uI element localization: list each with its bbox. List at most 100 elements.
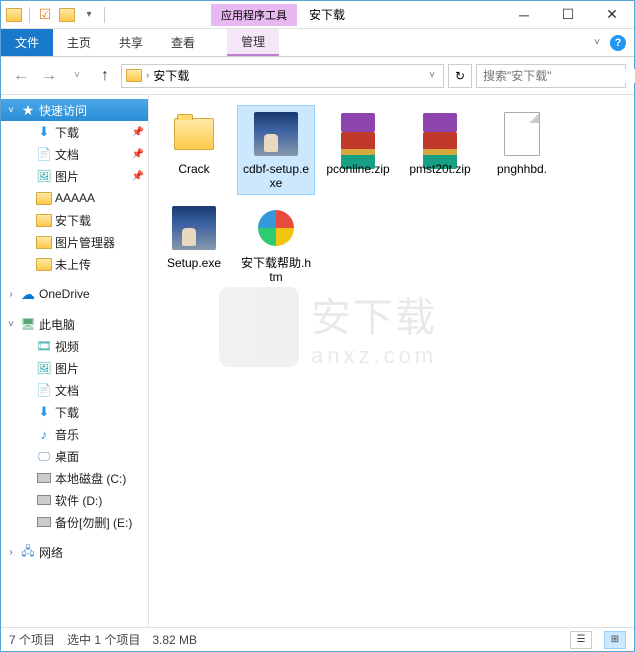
maximize-button[interactable]: ☐ xyxy=(546,1,590,29)
recent-locations-icon[interactable]: ˅ xyxy=(65,64,89,88)
desktop-icon: 🖵 xyxy=(36,448,52,464)
disk-icon xyxy=(36,514,52,530)
folder-icon xyxy=(36,190,52,206)
pc-icon: 🖥 xyxy=(20,316,36,332)
sidebar-item[interactable]: 🖵桌面 xyxy=(1,445,148,467)
ribbon-tab-home[interactable]: 主页 xyxy=(53,29,105,56)
sidebar-item[interactable]: ⬇下载📌 xyxy=(1,121,148,143)
video-icon: 🎞 xyxy=(36,338,52,354)
status-selected-count: 选中 1 个项目 xyxy=(67,631,140,648)
address-folder-icon xyxy=(126,69,142,82)
qat-properties-icon[interactable]: ☑ xyxy=(36,6,54,24)
document-icon: 📄 xyxy=(36,382,52,398)
pin-icon: 📌 xyxy=(132,127,144,138)
sidebar-onedrive[interactable]: › ☁ OneDrive xyxy=(1,283,148,305)
minimize-button[interactable]: ─ xyxy=(502,1,546,29)
file-item[interactable]: Setup.exe xyxy=(155,199,233,289)
disclosure-icon[interactable]: › xyxy=(5,547,17,558)
sidebar-item[interactable]: ⬇下载 xyxy=(1,401,148,423)
watermark-subtext: anxz.com xyxy=(311,343,437,369)
sidebar-item[interactable]: 🖼图片 xyxy=(1,357,148,379)
navigation-pane[interactable]: ˅ ★ 快速访问 ⬇下载📌📄文档📌🖼图片📌AAAAA安下载图片管理器未上传 › … xyxy=(1,95,149,627)
file-item[interactable]: pmst20t.zip xyxy=(401,105,479,195)
folder-icon xyxy=(174,118,214,150)
sidebar-label: OneDrive xyxy=(39,287,90,301)
sidebar-item-label: 视频 xyxy=(55,338,79,355)
refresh-button[interactable]: ↻ xyxy=(448,64,472,88)
document-icon: 📄 xyxy=(36,146,52,162)
title-bar: ☑ ▾ 应用程序工具 安下载 ─ ☐ ✕ xyxy=(1,1,634,29)
address-bar[interactable]: › 安下载 ˅ xyxy=(121,64,444,88)
details-view-button[interactable]: ☰ xyxy=(570,631,592,649)
status-selected-size: 3.82 MB xyxy=(152,633,197,647)
sidebar-quick-access[interactable]: ˅ ★ 快速访问 xyxy=(1,99,148,121)
sidebar-item[interactable]: 本地磁盘 (C:) xyxy=(1,467,148,489)
archive-icon xyxy=(423,113,457,155)
sidebar-item[interactable]: 🖼图片📌 xyxy=(1,165,148,187)
file-list[interactable]: Crackcdbf-setup.exepconline.zippmst20t.z… xyxy=(149,95,634,627)
file-name-label: Setup.exe xyxy=(167,256,221,270)
address-dropdown-icon[interactable]: ˅ xyxy=(425,70,439,81)
folder-icon xyxy=(36,212,52,228)
sidebar-item-label: 备份[勿删] (E:) xyxy=(55,514,132,531)
disclosure-icon[interactable]: ˅ xyxy=(5,105,17,116)
close-button[interactable]: ✕ xyxy=(590,1,634,29)
qat-customize-icon[interactable]: ▾ xyxy=(80,6,98,24)
ribbon-tabs: 文件 主页 共享 查看 管理 ˅ ? xyxy=(1,29,634,57)
quick-access-toolbar: ☑ ▾ xyxy=(1,6,111,24)
sidebar-item[interactable]: 未上传 xyxy=(1,253,148,275)
folder-icon xyxy=(36,234,52,250)
search-box[interactable]: 🔍 xyxy=(476,64,626,88)
back-button[interactable]: ← xyxy=(9,64,33,88)
sidebar-item[interactable]: AAAAA xyxy=(1,187,148,209)
sidebar-item-label: 文档 xyxy=(55,146,79,163)
ribbon-tab-share[interactable]: 共享 xyxy=(105,29,157,56)
star-icon: ★ xyxy=(20,102,36,118)
sidebar-item-label: 图片管理器 xyxy=(55,234,115,251)
music-icon: ♪ xyxy=(36,426,52,442)
file-name-label: pnghhbd. xyxy=(497,162,547,176)
sidebar-item[interactable]: 软件 (D:) xyxy=(1,489,148,511)
forward-button[interactable]: → xyxy=(37,64,61,88)
file-item[interactable]: cdbf-setup.exe xyxy=(237,105,315,195)
qat-new-folder-icon[interactable] xyxy=(58,6,76,24)
watermark: 安下载 anxz.com xyxy=(219,285,437,369)
ribbon-expand-icon[interactable]: ˅ xyxy=(594,37,600,48)
picture-icon: 🖼 xyxy=(36,360,52,376)
sidebar-item[interactable]: 🎞视频 xyxy=(1,335,148,357)
disclosure-icon[interactable]: ˅ xyxy=(5,319,17,330)
ribbon-tab-view[interactable]: 查看 xyxy=(157,29,209,56)
file-item[interactable]: Crack xyxy=(155,105,233,195)
network-icon: 🖧 xyxy=(20,544,36,560)
ribbon-tab-manage[interactable]: 管理 xyxy=(227,29,279,56)
search-input[interactable] xyxy=(483,69,635,83)
sidebar-this-pc[interactable]: ˅ 🖥 此电脑 xyxy=(1,313,148,335)
sidebar-item-label: 桌面 xyxy=(55,448,79,465)
sidebar-item[interactable]: 图片管理器 xyxy=(1,231,148,253)
disclosure-icon[interactable]: › xyxy=(5,289,17,300)
file-item[interactable]: 安下载帮助.htm xyxy=(237,199,315,289)
icons-view-button[interactable]: ⊞ xyxy=(604,631,626,649)
sidebar-item-label: 本地磁盘 (C:) xyxy=(55,470,126,487)
sidebar-item[interactable]: 安下载 xyxy=(1,209,148,231)
status-bar: 7 个项目 选中 1 个项目 3.82 MB ☰ ⊞ xyxy=(1,627,634,651)
nav-bar: ← → ˅ ↑ › 安下载 ˅ ↻ 🔍 xyxy=(1,57,634,95)
context-tab-header: 应用程序工具 xyxy=(211,4,297,26)
file-item[interactable]: pnghhbd. xyxy=(483,105,561,195)
cloud-icon: ☁ xyxy=(20,286,36,302)
address-segment[interactable]: 安下载 xyxy=(153,67,189,84)
help-icon[interactable]: ? xyxy=(610,35,626,51)
sidebar-label: 此电脑 xyxy=(39,316,75,333)
address-separator-icon[interactable]: › xyxy=(146,70,149,81)
sidebar-network[interactable]: › 🖧 网络 xyxy=(1,541,148,563)
sidebar-item[interactable]: ♪音乐 xyxy=(1,423,148,445)
sidebar-item[interactable]: 📄文档 xyxy=(1,379,148,401)
file-tab[interactable]: 文件 xyxy=(1,29,53,56)
sidebar-item[interactable]: 备份[勿删] (E:) xyxy=(1,511,148,533)
file-name-label: 安下载帮助.htm xyxy=(240,256,312,284)
sidebar-item[interactable]: 📄文档 📌 xyxy=(1,143,148,165)
sidebar-item-label: 下载 xyxy=(55,404,79,421)
up-button[interactable]: ↑ xyxy=(93,64,117,88)
file-item[interactable]: pconline.zip xyxy=(319,105,397,195)
pin-icon: 📌 xyxy=(132,149,144,160)
